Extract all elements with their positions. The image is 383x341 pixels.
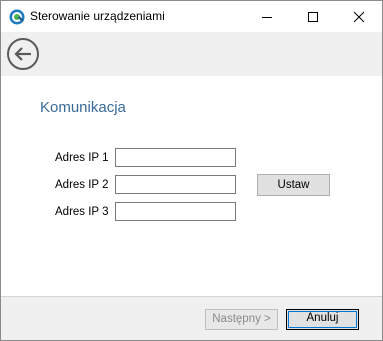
window-title: Sterowanie urządzeniami xyxy=(30,9,165,23)
page-title: Komunikacja xyxy=(40,99,126,116)
content-panel: Komunikacja Adres IP 1 Adres IP 2 Ustaw … xyxy=(1,76,382,296)
maximize-button[interactable] xyxy=(290,1,336,32)
navigation-bar xyxy=(1,32,382,76)
ip-address-2-input[interactable] xyxy=(115,175,236,194)
minimize-button[interactable] xyxy=(244,1,290,32)
cancel-button[interactable]: Anuluj xyxy=(286,309,359,330)
next-button[interactable]: Następny > xyxy=(205,309,278,330)
footer-bar: Następny > Anuluj xyxy=(1,297,382,340)
ip-address-1-label: Adres IP 1 xyxy=(55,152,109,164)
ip-address-2-label: Adres IP 2 xyxy=(55,179,109,191)
next-button-label: Następny > xyxy=(212,313,271,325)
device-control-icon xyxy=(9,9,25,25)
close-button[interactable] xyxy=(336,1,382,32)
maximize-icon xyxy=(308,12,318,22)
ip-address-1-input[interactable] xyxy=(115,148,236,167)
back-arrow-icon xyxy=(7,38,39,70)
ip-address-3-label: Adres IP 3 xyxy=(55,206,109,218)
dialog-window: Sterowanie urządzeniami Komunikacja Adre… xyxy=(0,0,383,341)
close-icon xyxy=(353,11,365,23)
back-button[interactable] xyxy=(7,38,39,70)
cancel-button-label: Anuluj xyxy=(306,312,339,324)
title-bar[interactable]: Sterowanie urządzeniami xyxy=(1,1,382,32)
set-button[interactable]: Ustaw xyxy=(257,174,330,196)
ip-address-3-input[interactable] xyxy=(115,202,236,221)
minimize-icon xyxy=(262,17,272,18)
